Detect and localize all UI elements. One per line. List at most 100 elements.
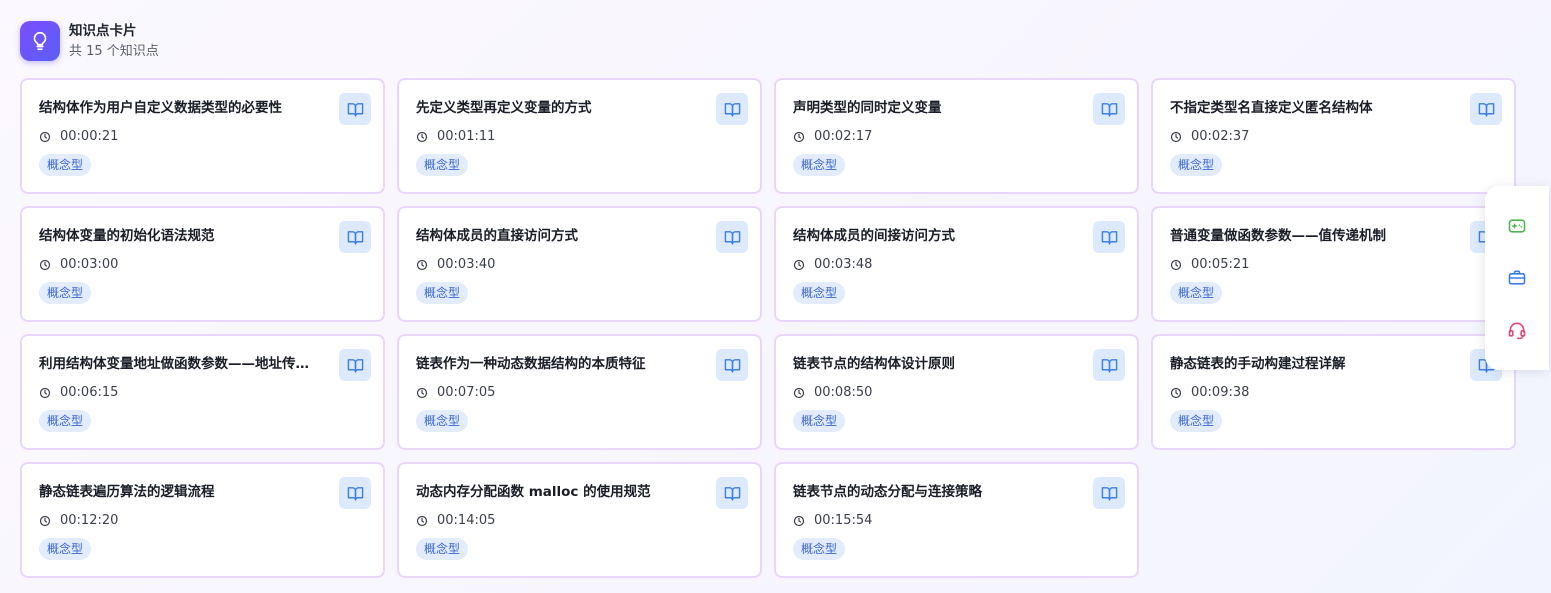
open-book-button[interactable] xyxy=(716,477,748,509)
card-timestamp: 00:01:11 xyxy=(416,128,495,146)
knowledge-card[interactable]: 动态内存分配函数 malloc 的使用规范 00:14:05 概念型 xyxy=(397,462,762,578)
knowledge-card[interactable]: 普通变量做函数参数——值传递机制 00:05:21 概念型 xyxy=(1151,206,1516,322)
card-title: 结构体变量的初始化语法规范 xyxy=(39,228,215,244)
clock-icon xyxy=(416,515,428,527)
knowledge-card[interactable]: 结构体变量的初始化语法规范 00:03:00 概念型 xyxy=(20,206,385,322)
briefcase-icon[interactable] xyxy=(1501,262,1533,294)
type-tag: 概念型 xyxy=(39,410,92,432)
card-timestamp: 00:05:21 xyxy=(1170,256,1249,274)
clock-icon xyxy=(416,387,428,399)
open-book-icon xyxy=(1101,230,1117,245)
card-timestamp: 00:12:20 xyxy=(39,512,118,530)
lightbulb-icon xyxy=(20,21,60,61)
game-controller-icon[interactable] xyxy=(1501,210,1533,242)
timestamp-text: 00:14:05 xyxy=(437,513,496,528)
card-timestamp: 00:15:54 xyxy=(793,512,872,530)
card-timestamp: 00:07:05 xyxy=(416,384,495,402)
knowledge-card[interactable]: 链表节点的动态分配与连接策略 00:15:54 概念型 xyxy=(774,462,1139,578)
card-title: 声明类型的同时定义变量 xyxy=(793,100,942,116)
clock-icon xyxy=(793,259,805,271)
knowledge-card[interactable]: 利用结构体变量地址做函数参数——地址传递机制 00:06:15 概念型 xyxy=(20,334,385,450)
card-timestamp: 00:02:37 xyxy=(1170,128,1249,146)
card-title: 普通变量做函数参数——值传递机制 xyxy=(1170,228,1386,244)
timestamp-text: 00:00:21 xyxy=(60,129,119,144)
open-book-button[interactable] xyxy=(339,93,371,125)
type-tag: 概念型 xyxy=(1170,154,1223,176)
card-timestamp: 00:08:50 xyxy=(793,384,872,402)
card-title: 链表节点的动态分配与连接策略 xyxy=(793,484,982,500)
timestamp-text: 00:09:38 xyxy=(1191,385,1250,400)
type-tag: 概念型 xyxy=(793,410,846,432)
card-title: 链表作为一种动态数据结构的本质特征 xyxy=(416,356,646,372)
type-tag: 概念型 xyxy=(793,538,846,560)
timestamp-text: 00:03:40 xyxy=(437,257,496,272)
card-timestamp: 00:06:15 xyxy=(39,384,118,402)
headset-icon[interactable] xyxy=(1501,314,1533,346)
clock-icon xyxy=(793,515,805,527)
open-book-button[interactable] xyxy=(716,93,748,125)
knowledge-card[interactable]: 结构体作为用户自定义数据类型的必要性 00:00:21 概念型 xyxy=(20,78,385,194)
knowledge-card[interactable]: 静态链表的手动构建过程详解 00:09:38 概念型 xyxy=(1151,334,1516,450)
open-book-button[interactable] xyxy=(716,221,748,253)
card-title: 结构体成员的间接访问方式 xyxy=(793,228,955,244)
open-book-button[interactable] xyxy=(1093,477,1125,509)
card-title: 不指定类型名直接定义匿名结构体 xyxy=(1170,100,1373,116)
floating-side-panel xyxy=(1485,186,1549,370)
type-tag: 概念型 xyxy=(793,154,846,176)
card-timestamp: 00:09:38 xyxy=(1170,384,1249,402)
type-tag: 概念型 xyxy=(416,410,469,432)
open-book-icon xyxy=(1101,486,1117,501)
timestamp-text: 00:05:21 xyxy=(1191,257,1250,272)
card-title: 先定义类型再定义变量的方式 xyxy=(416,100,592,116)
open-book-icon xyxy=(724,486,740,501)
clock-icon xyxy=(39,515,51,527)
open-book-button[interactable] xyxy=(339,349,371,381)
card-title: 静态链表遍历算法的逻辑流程 xyxy=(39,484,215,500)
knowledge-card[interactable]: 不指定类型名直接定义匿名结构体 00:02:37 概念型 xyxy=(1151,78,1516,194)
timestamp-text: 00:06:15 xyxy=(60,385,119,400)
timestamp-text: 00:15:54 xyxy=(814,513,873,528)
open-book-button[interactable] xyxy=(1470,93,1502,125)
timestamp-text: 00:12:20 xyxy=(60,513,119,528)
card-title: 利用结构体变量地址做函数参数——地址传递机制 xyxy=(39,356,321,372)
knowledge-card[interactable]: 先定义类型再定义变量的方式 00:01:11 概念型 xyxy=(397,78,762,194)
clock-icon xyxy=(793,131,805,143)
open-book-icon xyxy=(347,358,363,373)
clock-icon xyxy=(39,387,51,399)
card-title: 静态链表的手动构建过程详解 xyxy=(1170,356,1346,372)
card-timestamp: 00:03:48 xyxy=(793,256,872,274)
knowledge-card[interactable]: 链表节点的结构体设计原则 00:08:50 概念型 xyxy=(774,334,1139,450)
open-book-button[interactable] xyxy=(1093,349,1125,381)
knowledge-cards-page: 知识点卡片 共 15 个知识点 结构体作为用户自定义数据类型的必要性 00:00… xyxy=(0,0,1551,593)
knowledge-card[interactable]: 静态链表遍历算法的逻辑流程 00:12:20 概念型 xyxy=(20,462,385,578)
open-book-icon xyxy=(724,102,740,117)
clock-icon xyxy=(416,131,428,143)
clock-icon xyxy=(793,387,805,399)
card-title: 链表节点的结构体设计原则 xyxy=(793,356,955,372)
type-tag: 概念型 xyxy=(416,154,469,176)
timestamp-text: 00:02:17 xyxy=(814,129,873,144)
open-book-icon xyxy=(1101,358,1117,373)
knowledge-card[interactable]: 声明类型的同时定义变量 00:02:17 概念型 xyxy=(774,78,1139,194)
open-book-button[interactable] xyxy=(339,221,371,253)
open-book-button[interactable] xyxy=(1093,93,1125,125)
clock-icon xyxy=(39,131,51,143)
card-title: 结构体作为用户自定义数据类型的必要性 xyxy=(39,100,282,116)
open-book-icon xyxy=(724,358,740,373)
timestamp-text: 00:08:50 xyxy=(814,385,873,400)
type-tag: 概念型 xyxy=(1170,282,1223,304)
knowledge-card[interactable]: 结构体成员的直接访问方式 00:03:40 概念型 xyxy=(397,206,762,322)
timestamp-text: 00:03:00 xyxy=(60,257,119,272)
knowledge-card[interactable]: 结构体成员的间接访问方式 00:03:48 概念型 xyxy=(774,206,1139,322)
open-book-icon xyxy=(1101,102,1117,117)
knowledge-card[interactable]: 链表作为一种动态数据结构的本质特征 00:07:05 概念型 xyxy=(397,334,762,450)
type-tag: 概念型 xyxy=(39,154,92,176)
clock-icon xyxy=(1170,387,1182,399)
card-timestamp: 00:03:40 xyxy=(416,256,495,274)
open-book-button[interactable] xyxy=(716,349,748,381)
type-tag: 概念型 xyxy=(1170,410,1223,432)
open-book-button[interactable] xyxy=(339,477,371,509)
open-book-button[interactable] xyxy=(1093,221,1125,253)
card-grid: 结构体作为用户自定义数据类型的必要性 00:00:21 概念型 先定义类型再定义… xyxy=(20,78,1516,578)
open-book-icon xyxy=(724,230,740,245)
